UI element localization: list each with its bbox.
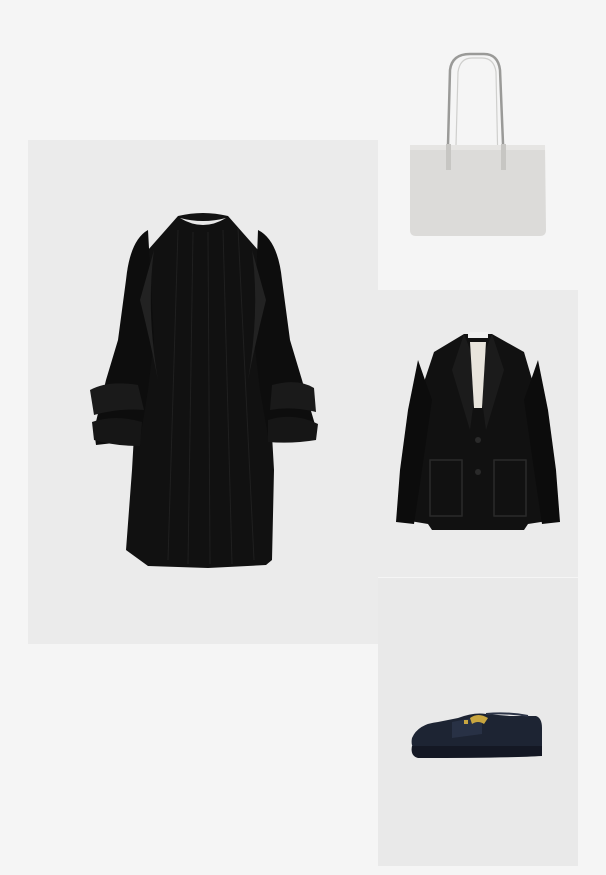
outfit-collage (0, 0, 606, 875)
bag-product-tile[interactable] (380, 40, 576, 260)
loafer-product-tile[interactable] (378, 578, 578, 866)
navy-suede-loafer-image (411, 712, 542, 758)
blazer-product-tile[interactable] (378, 290, 578, 577)
dress-product-tile[interactable] (28, 140, 378, 644)
black-blazer-image (396, 332, 560, 530)
light-grey-tote-bag-image (410, 52, 546, 236)
black-ruffle-dress-image (90, 213, 318, 568)
